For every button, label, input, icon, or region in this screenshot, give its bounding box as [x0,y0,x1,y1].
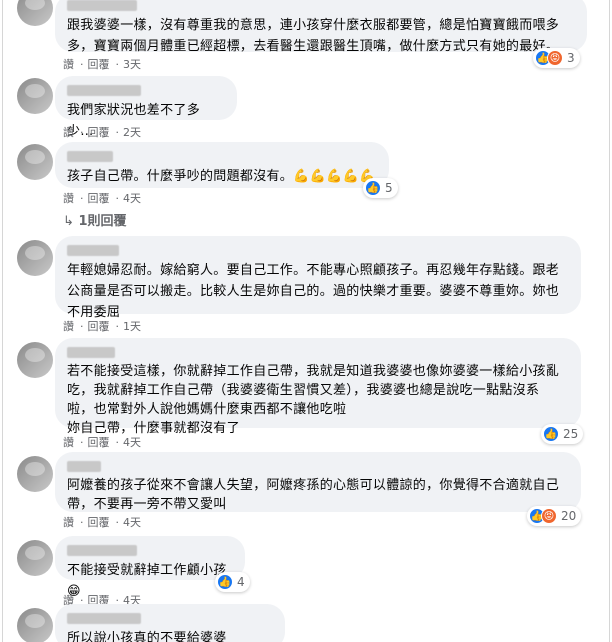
like-icon: 👍 [543,426,559,442]
commenter-name[interactable] [67,613,141,624]
avatar[interactable] [17,0,53,26]
timestamp[interactable]: 1天 [123,320,141,333]
comment-thread: 跟我婆婆一樣，沒有尊重我的意思，連小孩穿什麼衣服都要管，總是怕寶寶餓而喂多 多，… [2,0,610,642]
comment-bubble: 我們家狀況也差不了多少… [55,76,237,139]
timestamp[interactable]: 4天 [123,192,141,205]
comment-text: 所以說小孩真的不要給婆婆帶！！！ [67,631,227,642]
comment-text: 不能接受就辭掉工作顧小孩 [67,563,227,578]
like-button[interactable]: 讚 [63,192,74,205]
commenter-name[interactable] [67,245,119,256]
like-button[interactable]: 讚 [63,516,74,529]
reply-button[interactable]: 回覆 [88,192,110,205]
comment-bubble: 所以說小孩真的不要給婆婆帶！！！ [55,604,285,642]
reaction-summary[interactable]: 👍 😡 20 [527,506,582,526]
reaction-summary[interactable]: 👍 25 [541,424,584,444]
avatar[interactable] [17,540,53,576]
avatar[interactable] [17,608,53,642]
comment-bubble: 年輕媳婦忍耐。嫁給窮人。要自己工作。不能專心照顧孩子。再忍幾年存點錢。跟老 公商… [55,236,581,320]
avatar[interactable] [17,240,53,276]
commenter-name[interactable] [67,151,113,162]
comment-actions: 讚 · 回覆 · 2天 [63,126,141,139]
like-button[interactable]: 讚 [63,320,74,333]
reply-button[interactable]: 回覆 [88,516,110,529]
timestamp[interactable]: 4天 [123,436,141,449]
comment-bubble: 若不能接受這樣，你就辭掉工作自己帶，我就是知道我婆婆也像妳婆婆一樣給小孩亂 吃，… [55,338,581,436]
comment-actions: 讚 · 回覆 · 3天 [63,58,141,71]
reaction-count: 5 [385,181,393,195]
reaction-summary[interactable]: 👍 😡 3 [533,48,580,68]
avatar[interactable] [17,456,53,492]
like-button[interactable]: 讚 [63,126,74,139]
avatar[interactable] [17,342,53,378]
reply-button[interactable]: 回覆 [88,58,110,71]
reaction-count: 4 [237,575,245,589]
like-icon: 👍 [217,574,233,590]
comment-text: 孩子自己帶。什麼爭吵的問題都沒有。 [67,169,294,184]
like-button[interactable]: 讚 [63,436,74,449]
comment-text: 阿嬤養的孩子從來不會讓人失望，阿嬤疼孫的心態可以體諒的，你覺得不合適就自己 帶，… [67,478,560,512]
timestamp[interactable]: 4天 [123,516,141,529]
reaction-count: 3 [567,51,575,65]
like-button[interactable]: 讚 [63,58,74,71]
reply-button[interactable]: 回覆 [88,436,110,449]
avatar[interactable] [17,144,53,180]
commenter-name[interactable] [67,0,137,11]
reaction-count: 25 [563,427,579,441]
commenter-name[interactable] [67,85,141,96]
comment-actions: 讚 · 回覆 · 4天 [63,436,141,449]
timestamp[interactable]: 2天 [123,126,141,139]
comment-text: 若不能接受這樣，你就辭掉工作自己帶，我就是知道我婆婆也像妳婆婆一樣給小孩亂 吃，… [67,364,560,436]
commenter-name[interactable] [67,545,137,556]
comment-bubble: 阿嬤養的孩子從來不會讓人失望，阿嬤疼孫的心態可以體諒的，你覺得不合適就自己 帶，… [55,452,581,512]
reply-button[interactable]: 回覆 [88,126,110,139]
view-replies-link[interactable]: ↳ 1則回覆 [63,210,126,229]
flexed-biceps-emoji: 💪💪💪💪💪 [293,169,376,184]
reaction-summary[interactable]: 👍 5 [363,178,398,198]
comment-bubble: 孩子自己帶。什麼爭吵的問題都沒有。💪💪💪💪💪 [55,142,389,188]
commenter-name[interactable] [67,461,101,472]
commenter-name[interactable] [67,347,115,358]
angry-icon: 😡 [541,508,557,524]
comment-text: 年輕媳婦忍耐。嫁給窮人。要自己工作。不能專心照顧孩子。再忍幾年存點錢。跟老 公商… [67,263,560,320]
timestamp[interactable]: 3天 [123,58,141,71]
reply-button[interactable]: 回覆 [88,320,110,333]
reaction-count: 20 [561,509,577,523]
reaction-summary[interactable]: 👍 4 [215,572,250,592]
comment-bubble: 不能接受就辭掉工作顧小孩😁 [55,536,245,599]
comment-text: 跟我婆婆一樣，沒有尊重我的意思，連小孩穿什麼衣服都要管，總是怕寶寶餓而喂多 多，… [67,18,560,54]
comment-bubble: 跟我婆婆一樣，沒有尊重我的意思，連小孩穿什麼衣服都要管，總是怕寶寶餓而喂多 多，… [55,0,587,54]
angry-icon: 😡 [547,50,563,66]
comment-actions: 讚 · 回覆 · 4天 [63,192,141,205]
avatar[interactable] [17,78,53,114]
like-icon: 👍 [365,180,381,196]
replies-count: 1則回覆 [78,214,127,229]
comment-actions: 讚 · 回覆 · 1天 [63,320,141,333]
reply-arrow-icon: ↳ [63,214,74,229]
comment-actions: 讚 · 回覆 · 4天 [63,516,141,529]
comment-body: 孩子自己帶。什麼爭吵的問題都沒有。💪💪💪💪💪 [67,166,377,187]
